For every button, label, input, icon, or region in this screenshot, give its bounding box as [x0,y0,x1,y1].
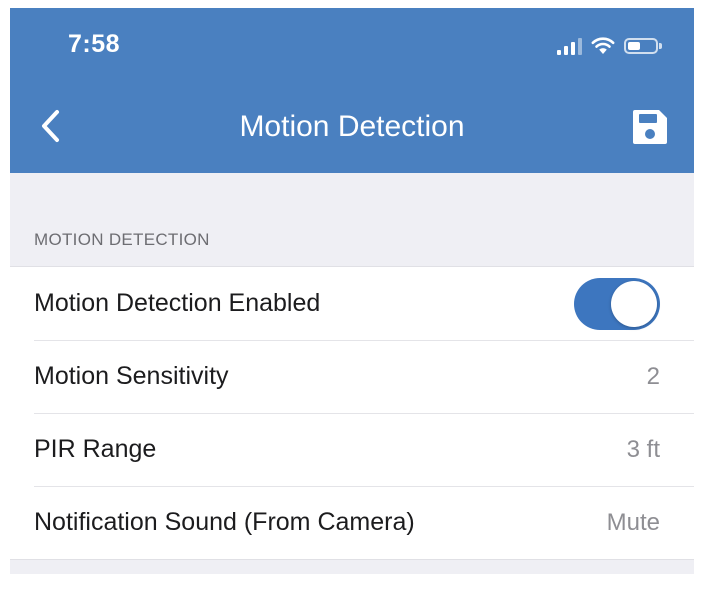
notification-sound-row[interactable]: Notification Sound (From Camera) Mute [10,486,694,559]
page-title: Motion Detection [239,110,465,143]
battery-icon [624,38,662,54]
motion-detection-enabled-row: Motion Detection Enabled [10,267,694,340]
row-value: 3 ft [626,435,660,463]
status-time: 7:58 [68,30,121,58]
row-label: Notification Sound (From Camera) [34,508,415,536]
row-label: Motion Detection Enabled [34,289,321,317]
settings-list: Motion Detection Enabled Motion Sensitiv… [10,266,694,560]
motion-detection-toggle[interactable] [574,277,660,330]
toggle-knob [611,280,657,327]
app-screen: 7:58 Motion Detection MOTION DETECTION M… [10,8,694,590]
pir-range-row[interactable]: PIR Range 3 ft [10,413,694,486]
nav-header: 7:58 Motion Detection [10,8,694,173]
cellular-signal-icon [557,37,582,55]
row-label: Motion Sensitivity [34,362,229,390]
motion-sensitivity-row[interactable]: Motion Sensitivity 2 [10,340,694,413]
wifi-icon [591,37,615,54]
section-header: MOTION DETECTION [34,230,210,249]
row-label: PIR Range [34,435,157,463]
row-value: Mute [606,508,660,536]
floppy-disk-icon [633,110,667,144]
save-button[interactable] [630,107,670,147]
next-section-strip [10,574,694,590]
status-icons [557,34,662,58]
row-value: 2 [646,362,660,390]
